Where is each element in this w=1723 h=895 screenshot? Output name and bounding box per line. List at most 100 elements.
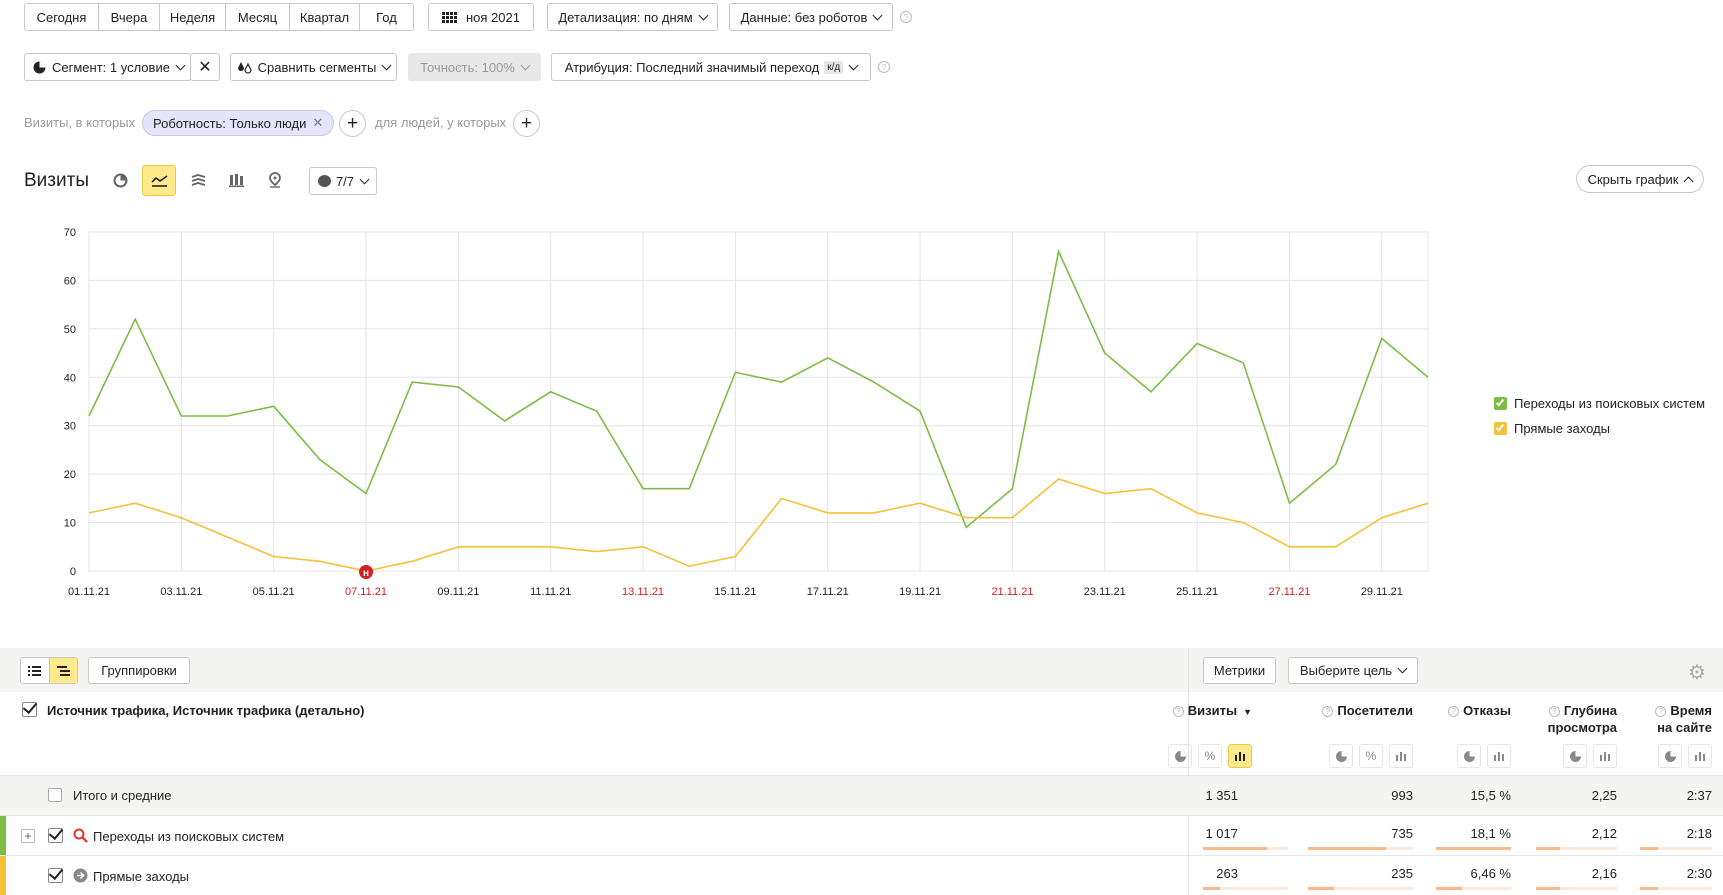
sort-desc-icon: ▼ bbox=[1243, 707, 1252, 717]
table-row[interactable]: Прямые заходы 263 235 6,46 % 2,16 2:30 bbox=[0, 855, 1723, 895]
detail-dropdown[interactable]: Детализация: по дням bbox=[547, 3, 718, 31]
settings-gear-icon[interactable]: ⚙ bbox=[1688, 660, 1706, 685]
close-icon[interactable]: ✕ bbox=[312, 115, 323, 131]
period-year-button[interactable]: Год bbox=[360, 4, 413, 30]
chevron-down-icon bbox=[175, 60, 186, 70]
share-bar bbox=[1203, 887, 1288, 890]
row-cell: 2,12 bbox=[1591, 826, 1617, 841]
row-color-stripe bbox=[0, 816, 6, 856]
row-label[interactable]: Прямые заходы bbox=[93, 869, 189, 884]
dimension-checkbox[interactable] bbox=[22, 702, 37, 717]
share-bar-fill bbox=[1308, 847, 1386, 850]
help-icon[interactable]: ? bbox=[1172, 706, 1184, 717]
period-yesterday-button[interactable]: Вчера bbox=[99, 4, 160, 30]
row-cell: 2:30 bbox=[1686, 866, 1712, 881]
table-row[interactable]: + Переходы из поисковых систем 1 017 735 18,… bbox=[0, 815, 1723, 856]
help-icon[interactable]: ? bbox=[878, 61, 890, 73]
dimension-header[interactable]: Источник трафика, Источник трафика (дета… bbox=[47, 703, 365, 718]
add-visit-condition-button[interactable]: + bbox=[339, 110, 366, 137]
robot-filter-chip[interactable]: Роботность: Только люди ✕ bbox=[142, 110, 335, 136]
x-tick-label: 13.11.21 bbox=[622, 586, 664, 598]
row-cell: 735 bbox=[1391, 826, 1413, 841]
segment-dropdown[interactable]: Сегмент: 1 условие bbox=[24, 53, 191, 81]
help-icon[interactable]: ? bbox=[1655, 706, 1667, 717]
y-tick-label: 10 bbox=[64, 518, 76, 530]
column-header[interactable]: ? Глубина просмотра bbox=[1548, 702, 1617, 736]
goal-dropdown[interactable]: Выберите цель bbox=[1288, 657, 1418, 684]
help-icon[interactable]: ? bbox=[900, 11, 912, 23]
date-picker-button[interactable]: ноя 2021 bbox=[428, 3, 534, 31]
column-header[interactable]: ? Посетители bbox=[1322, 702, 1413, 719]
help-icon[interactable]: ? bbox=[1548, 706, 1560, 717]
percent-view-icon[interactable]: % bbox=[1198, 744, 1222, 768]
notes-dropdown[interactable]: 7/7 bbox=[309, 167, 377, 195]
chart-type-area-button[interactable] bbox=[186, 168, 210, 192]
search-icon bbox=[73, 828, 88, 843]
accuracy-dropdown[interactable]: Точность: 100% bbox=[408, 53, 541, 81]
attribution-dropdown[interactable]: Атрибуция: Последний значимый переход к/… bbox=[551, 53, 871, 81]
pie-view-icon[interactable] bbox=[1658, 744, 1682, 768]
attribution-badge: к/д bbox=[824, 60, 844, 74]
totals-checkbox[interactable] bbox=[48, 788, 62, 802]
direct-arrow-icon bbox=[73, 868, 88, 883]
row-checkbox[interactable] bbox=[48, 868, 63, 883]
period-today-button[interactable]: Сегодня bbox=[25, 4, 99, 30]
metrics-button[interactable]: Метрики bbox=[1203, 657, 1276, 684]
legend-item[interactable]: Прямые заходы bbox=[1494, 418, 1705, 439]
chevron-down-icon bbox=[698, 10, 709, 20]
view-mode-toggle bbox=[20, 657, 78, 684]
add-people-condition-button[interactable]: + bbox=[513, 110, 540, 137]
chevron-down-icon bbox=[848, 60, 859, 70]
column-header[interactable]: ? Отказы bbox=[1448, 702, 1511, 719]
legend-item[interactable]: Переходы из поисковых систем bbox=[1494, 393, 1705, 414]
y-tick-label: 30 bbox=[64, 421, 76, 433]
chart-type-bar-button[interactable] bbox=[224, 168, 248, 192]
period-week-button[interactable]: Неделя bbox=[160, 4, 226, 30]
share-bar-fill bbox=[1436, 847, 1511, 850]
help-icon[interactable]: ? bbox=[1322, 706, 1334, 717]
data-label: Данные: без роботов bbox=[740, 9, 868, 25]
row-checkbox[interactable] bbox=[48, 828, 63, 843]
chart-type-line-button[interactable] bbox=[142, 165, 176, 196]
bar-view-icon[interactable] bbox=[1688, 744, 1712, 768]
chart-type-pie-button[interactable] bbox=[108, 168, 132, 192]
pie-view-icon[interactable] bbox=[1329, 744, 1353, 768]
plot-frame bbox=[88, 231, 1429, 572]
column-header[interactable]: ? Время на сайте bbox=[1655, 702, 1712, 736]
bar-view-icon[interactable] bbox=[1487, 744, 1511, 768]
bar-view-icon[interactable] bbox=[1593, 744, 1617, 768]
plus-icon: + bbox=[520, 113, 533, 134]
legend-checkbox[interactable] bbox=[1494, 422, 1507, 435]
period-month-button[interactable]: Месяц bbox=[226, 4, 290, 30]
legend-checkbox[interactable] bbox=[1494, 397, 1507, 410]
bar-view-icon[interactable] bbox=[1389, 744, 1413, 768]
groupings-button[interactable]: Группировки bbox=[88, 657, 190, 684]
totals-cell: 1 351 bbox=[1205, 788, 1238, 803]
tree-list-icon bbox=[56, 665, 70, 676]
period-quarter-button[interactable]: Квартал bbox=[290, 4, 360, 30]
bar-view-icon[interactable] bbox=[1228, 744, 1252, 768]
list-view-button[interactable] bbox=[21, 658, 50, 683]
pie-view-icon[interactable] bbox=[1457, 744, 1481, 768]
help-icon[interactable]: ? bbox=[1448, 706, 1460, 717]
percent-view-icon[interactable]: % bbox=[1359, 744, 1383, 768]
pie-view-icon[interactable] bbox=[1563, 744, 1587, 768]
column-header[interactable]: ? Визиты ▼ bbox=[1172, 702, 1252, 721]
row-cell: 18,1 % bbox=[1470, 826, 1511, 841]
x-tick-label: 15.11.21 bbox=[714, 586, 756, 598]
data-dropdown[interactable]: Данные: без роботов bbox=[729, 3, 893, 31]
expand-row-button[interactable]: + bbox=[21, 829, 35, 843]
pie-chart-icon bbox=[113, 173, 127, 187]
row-label[interactable]: Переходы из поисковых систем bbox=[93, 829, 284, 844]
compare-segments-dropdown[interactable]: Сравнить сегменты bbox=[230, 53, 397, 81]
hide-chart-button[interactable]: Скрыть график bbox=[1576, 165, 1704, 193]
segment-clear-button[interactable]: ✕ bbox=[190, 53, 220, 81]
pie-view-icon[interactable] bbox=[1168, 744, 1192, 768]
pie-chart-icon bbox=[33, 61, 46, 73]
compare-label: Сравнить сегменты bbox=[257, 59, 377, 75]
people-filter-label: для людей, у которых bbox=[375, 115, 507, 130]
tree-view-button[interactable] bbox=[49, 658, 77, 683]
chart-type-map-button[interactable] bbox=[263, 168, 287, 192]
share-bar-fill bbox=[1308, 887, 1335, 890]
map-pin-icon bbox=[269, 172, 281, 188]
